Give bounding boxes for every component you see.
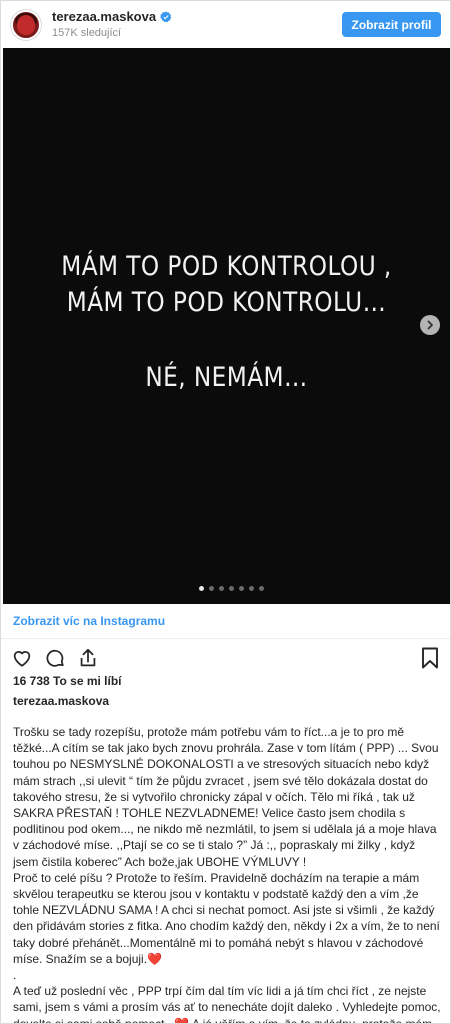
username-row: terezaa.maskova <box>52 9 172 25</box>
carousel-dot <box>229 586 234 591</box>
slide-text-line-2: MÁM TO POD KONTROLU… <box>66 287 387 318</box>
carousel-dot <box>249 586 254 591</box>
action-bar <box>11 647 99 669</box>
like-count[interactable]: 16 738 To se mi líbí <box>13 674 122 688</box>
instagram-embed: terezaa.maskova 157K sledující Zobrazit … <box>0 0 451 1024</box>
view-profile-button[interactable]: Zobrazit profil <box>342 12 441 37</box>
carousel-indicator <box>199 586 264 591</box>
slide-text-line-1: MÁM TO POD KONTROLOU , <box>61 251 392 282</box>
username[interactable]: terezaa.maskova <box>52 9 156 25</box>
view-more-link[interactable]: Zobrazit víc na Instagramu <box>13 614 165 628</box>
user-block: terezaa.maskova 157K sledující <box>52 9 172 40</box>
carousel-dot <box>219 586 224 591</box>
comment-icon[interactable] <box>44 647 66 669</box>
carousel-dot <box>259 586 264 591</box>
next-slide-button[interactable] <box>420 315 440 335</box>
carousel-dot <box>209 586 214 591</box>
post-header: terezaa.maskova 157K sledující Zobrazit … <box>1 1 450 48</box>
heart-icon[interactable] <box>11 647 33 669</box>
follower-count: 157K sledující <box>52 27 122 39</box>
post-media[interactable]: MÁM TO POD KONTROLOU , MÁM TO POD KONTRO… <box>3 48 450 604</box>
slide-text-line-3: NÉ, NEMÁM… <box>145 362 308 393</box>
verified-icon <box>160 11 172 23</box>
bookmark-icon[interactable] <box>421 647 439 669</box>
divider <box>1 638 450 639</box>
caption-text: Trošku se tady rozepíšu, protože mám pot… <box>13 725 441 1024</box>
carousel-dot <box>239 586 244 591</box>
caption-author[interactable]: terezaa.maskova <box>13 694 109 708</box>
chevron-right-icon <box>427 320 433 330</box>
carousel-dot <box>199 586 204 591</box>
avatar[interactable] <box>11 10 41 40</box>
share-icon[interactable] <box>77 647 99 669</box>
